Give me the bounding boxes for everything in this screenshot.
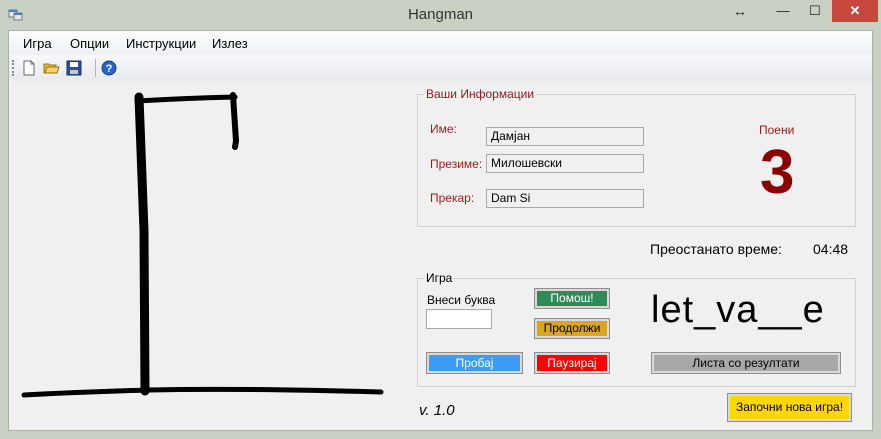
close-button[interactable]: ✕ [832, 0, 878, 22]
help-icon[interactable]: ? [100, 59, 118, 77]
time-value: 04:48 [813, 241, 849, 257]
toolbar-separator [95, 59, 96, 77]
save-icon[interactable] [65, 59, 83, 77]
open-folder-icon[interactable] [42, 59, 60, 77]
new-file-icon[interactable] [20, 59, 38, 77]
toolbar-grip[interactable] [12, 60, 16, 76]
enter-letter-label: Внеси буква [427, 293, 496, 307]
menu-game[interactable]: Игра [23, 36, 52, 51]
game-legend: Игра [426, 271, 453, 285]
help-button[interactable]: Помош! [534, 288, 610, 309]
info-legend: Ваши Информации [426, 87, 535, 101]
name-label: Име: [430, 122, 457, 136]
nickname-label: Прекар: [430, 191, 475, 205]
minimize-button[interactable]: — [770, 0, 796, 22]
results-button[interactable]: Листа со резултати [651, 352, 841, 374]
title-bar[interactable]: Hangman ↔ — ☐ ✕ [0, 0, 881, 30]
toolbar: ? [9, 55, 872, 81]
hangman-gallows [21, 92, 384, 398]
version-label: v. 1.0 [419, 402, 455, 419]
menu-bar: Игра Опции Инструкции Излез [9, 31, 872, 55]
surname-field[interactable]: Милошевски [486, 154, 644, 173]
nickname-field[interactable]: Dam Si [486, 189, 644, 208]
score-value: 3 [760, 138, 795, 207]
time-label: Преостанато време: [650, 241, 782, 257]
info-group: Ваши Информации Име: Дамјан Презиме: Мил… [417, 87, 856, 227]
svg-text:?: ? [106, 63, 113, 75]
menu-instructions[interactable]: Инструкции [126, 36, 196, 51]
client-area: Игра Опции Инструкции Излез ? Ваши Инфор… [8, 30, 873, 431]
maximize-button[interactable]: ☐ [800, 0, 830, 22]
name-field[interactable]: Дамјан [486, 127, 644, 146]
menu-exit[interactable]: Излез [212, 36, 248, 51]
resize-icon[interactable]: ↔ [727, 0, 753, 22]
game-group: Игра Внеси буква Помош! Продолжи Пробај … [417, 271, 856, 387]
surname-label: Презиме: [430, 157, 483, 171]
score-label: Поени [759, 123, 795, 137]
pause-button[interactable]: Паузирај [534, 352, 610, 374]
menu-options[interactable]: Опции [70, 36, 109, 51]
try-button[interactable]: Пробај [426, 352, 523, 374]
word-display: let_va__e [651, 289, 825, 331]
continue-button[interactable]: Продолжи [534, 318, 610, 339]
letter-input[interactable] [426, 309, 492, 329]
app-window: Hangman ↔ — ☐ ✕ Игра Опции Инструкции Из… [0, 0, 881, 439]
new-game-button[interactable]: Започни нова игра! [727, 393, 852, 422]
